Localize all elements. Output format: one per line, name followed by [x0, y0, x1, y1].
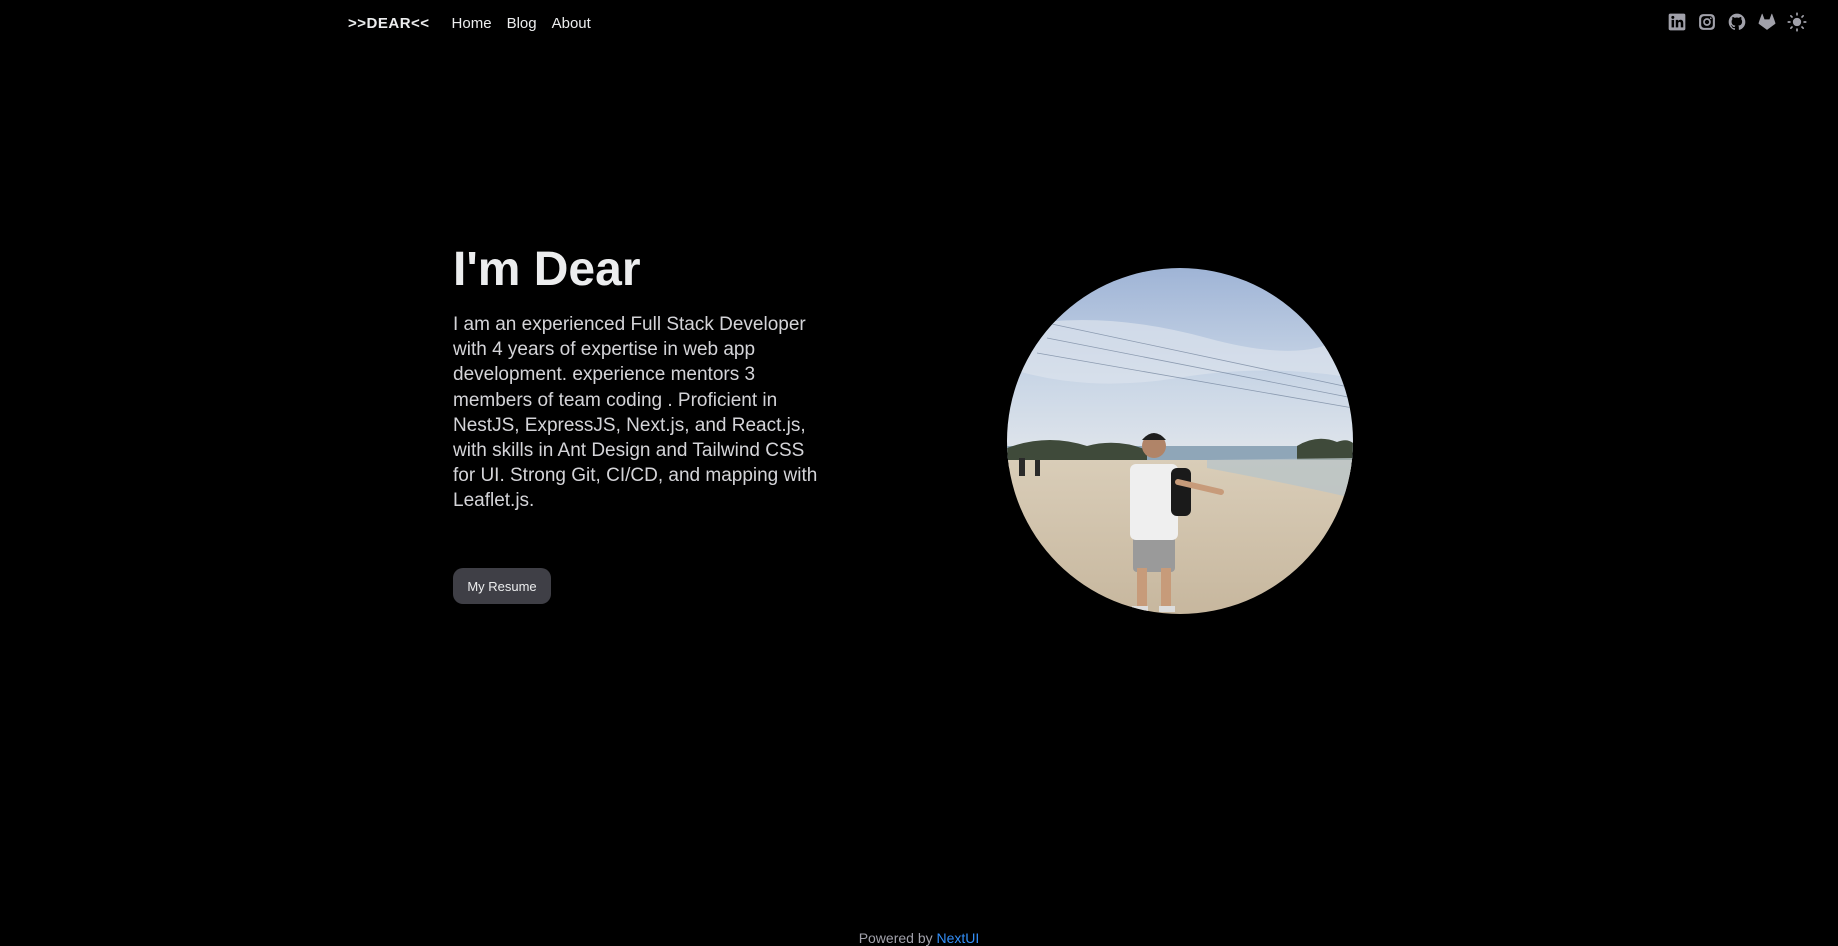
social-icons	[1667, 12, 1807, 32]
my-resume-button[interactable]: My Resume	[453, 568, 551, 604]
hero-section: I'm Dear I am an experienced Full Stack …	[453, 240, 823, 514]
nextui-link[interactable]: NextUI	[937, 930, 980, 946]
nav-link-about[interactable]: About	[552, 15, 591, 32]
profile-photo	[1007, 268, 1353, 614]
brand-logo[interactable]: >>DEAR<<	[348, 15, 430, 32]
footer-prefix: Powered by	[858, 930, 933, 946]
nav-links: Home Blog About	[452, 15, 591, 32]
nav-link-blog[interactable]: Blog	[507, 15, 537, 32]
theme-toggle-sun-icon[interactable]	[1787, 12, 1807, 32]
instagram-icon[interactable]	[1697, 12, 1717, 32]
footer: Powered by NextUI	[0, 930, 1838, 946]
github-icon[interactable]	[1727, 12, 1747, 32]
page: >>DEAR<< Home Blog About I'm Dear I am a…	[0, 0, 1838, 946]
gitlab-icon[interactable]	[1757, 12, 1777, 32]
linkedin-icon[interactable]	[1667, 12, 1687, 32]
navbar: >>DEAR<< Home Blog About	[348, 0, 1838, 46]
hero-title: I'm Dear	[453, 243, 641, 296]
hero-description: I am an experienced Full Stack Developer…	[453, 314, 818, 512]
nav-link-home[interactable]: Home	[452, 15, 492, 32]
